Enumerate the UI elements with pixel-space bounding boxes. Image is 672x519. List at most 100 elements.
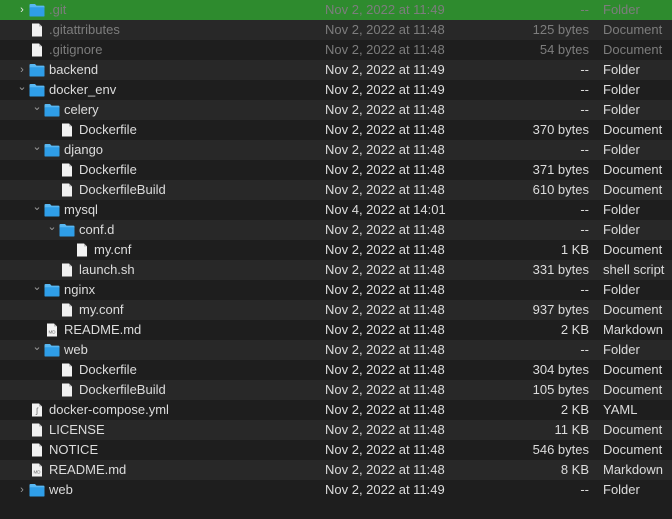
- file-row[interactable]: DockerfileBuild Nov 2, 2022 at 11:48 105 b…: [0, 380, 672, 400]
- file-size: --: [580, 102, 589, 117]
- date-modified: Nov 2, 2022 at 11:48: [325, 382, 445, 397]
- file-kind: Folder: [603, 222, 640, 237]
- file-kind: Folder: [603, 282, 640, 297]
- date-modified: Nov 2, 2022 at 11:48: [325, 182, 445, 197]
- chevron-right-icon[interactable]: ›: [16, 0, 28, 20]
- file-row[interactable]: ⌄ docker_env Nov 2, 2022 at 11:49 -- Folder: [0, 80, 672, 100]
- document-icon: [29, 23, 45, 37]
- file-name: web: [49, 482, 73, 497]
- svg-text:MD: MD: [34, 470, 42, 475]
- file-row[interactable]: ⌄ nginx Nov 2, 2022 at 11:48 -- Folder: [0, 280, 672, 300]
- file-row[interactable]: DockerfileBuild Nov 2, 2022 at 11:48 610 b…: [0, 180, 672, 200]
- document-icon: [59, 263, 75, 277]
- folder-icon: [44, 343, 60, 357]
- yaml-file-icon: ʃ: [29, 403, 45, 417]
- file-kind: Document: [603, 182, 663, 197]
- folder-icon: [29, 63, 45, 77]
- file-row[interactable]: › backend Nov 2, 2022 at 11:49 -- Folder: [0, 60, 672, 80]
- chevron-down-icon[interactable]: ⌄: [31, 100, 43, 120]
- file-row[interactable]: MD README.md Nov 2, 2022 at 11:48 2 KB Markd…: [0, 320, 672, 340]
- chevron-right-icon[interactable]: ›: [16, 480, 28, 500]
- file-row[interactable]: ⌄ django Nov 2, 2022 at 11:48 -- Folder: [0, 140, 672, 160]
- file-name: launch.sh: [79, 262, 135, 277]
- file-size: 54 bytes: [539, 42, 589, 57]
- file-name: DockerfileBuild: [79, 382, 166, 397]
- file-row[interactable]: Dockerfile Nov 2, 2022 at 11:48 370 bytes D…: [0, 120, 672, 140]
- chevron-down-icon[interactable]: ⌄: [16, 80, 28, 100]
- file-row[interactable]: NOTICE Nov 2, 2022 at 11:48 546 bytes Docum…: [0, 440, 672, 460]
- file-name: nginx: [64, 282, 96, 297]
- file-size: 8 KB: [560, 462, 589, 477]
- file-row[interactable]: ʃ docker-compose.yml Nov 2, 2022 at 11:48 2…: [0, 400, 672, 420]
- file-kind: Folder: [603, 2, 640, 17]
- file-name: docker-compose.yml: [49, 402, 169, 417]
- folder-icon: [29, 3, 45, 17]
- file-size: --: [580, 202, 589, 217]
- date-modified: Nov 2, 2022 at 11:48: [325, 422, 445, 437]
- date-modified: Nov 2, 2022 at 11:48: [325, 22, 445, 37]
- file-name: .git: [49, 2, 67, 17]
- file-name: conf.d: [79, 222, 115, 237]
- document-icon: [59, 183, 75, 197]
- date-modified: Nov 2, 2022 at 11:49: [325, 62, 445, 77]
- chevron-down-icon[interactable]: ⌄: [31, 200, 43, 220]
- date-modified: Nov 2, 2022 at 11:48: [325, 122, 445, 137]
- file-row[interactable]: Dockerfile Nov 2, 2022 at 11:48 371 bytes D…: [0, 160, 672, 180]
- file-row[interactable]: my.cnf Nov 2, 2022 at 11:48 1 KB Document: [0, 240, 672, 260]
- file-size: --: [580, 482, 589, 497]
- file-row[interactable]: .gitignore Nov 2, 2022 at 11:48 54 bytes Do…: [0, 40, 672, 60]
- file-kind: Document: [603, 22, 663, 37]
- chevron-right-icon[interactable]: ›: [16, 60, 28, 80]
- file-row[interactable]: › .git Nov 2, 2022 at 11:49 -- Folder: [0, 0, 672, 20]
- file-row[interactable]: ⌄ mysql Nov 4, 2022 at 14:01 -- Folder: [0, 200, 672, 220]
- file-size: 610 bytes: [532, 182, 589, 197]
- file-kind: Folder: [603, 62, 640, 77]
- date-modified: Nov 2, 2022 at 11:49: [325, 82, 445, 97]
- date-modified: Nov 2, 2022 at 11:48: [325, 142, 445, 157]
- file-row[interactable]: ⌄ web Nov 2, 2022 at 11:48 -- Folder: [0, 340, 672, 360]
- chevron-down-icon[interactable]: ⌄: [31, 140, 43, 160]
- file-kind: Document: [603, 382, 663, 397]
- file-name: Dockerfile: [79, 162, 137, 177]
- file-kind: Document: [603, 422, 663, 437]
- file-name: web: [64, 342, 88, 357]
- file-row[interactable]: LICENSE Nov 2, 2022 at 11:48 11 KB Document: [0, 420, 672, 440]
- file-row[interactable]: MD README.md Nov 2, 2022 at 11:48 8 KB Markd…: [0, 460, 672, 480]
- file-row[interactable]: Dockerfile Nov 2, 2022 at 11:48 304 bytes D…: [0, 360, 672, 380]
- file-row[interactable]: launch.sh Nov 2, 2022 at 11:48 331 bytes sh…: [0, 260, 672, 280]
- markdown-file-icon: MD: [44, 323, 60, 337]
- file-kind: Folder: [603, 342, 640, 357]
- document-icon: [74, 243, 90, 257]
- markdown-file-icon: MD: [29, 463, 45, 477]
- file-name: Dockerfile: [79, 122, 137, 137]
- file-kind: shell script: [603, 262, 665, 277]
- file-row[interactable]: my.conf Nov 2, 2022 at 11:48 937 bytes Docu…: [0, 300, 672, 320]
- document-icon: [59, 363, 75, 377]
- file-name: README.md: [49, 462, 127, 477]
- file-row[interactable]: .gitattributes Nov 2, 2022 at 11:48 125 by…: [0, 20, 672, 40]
- date-modified: Nov 2, 2022 at 11:48: [325, 462, 445, 477]
- chevron-down-icon[interactable]: ⌄: [31, 280, 43, 300]
- date-modified: Nov 2, 2022 at 11:48: [325, 262, 445, 277]
- chevron-down-icon[interactable]: ⌄: [46, 220, 58, 240]
- date-modified: Nov 2, 2022 at 11:48: [325, 302, 445, 317]
- file-row[interactable]: ⌄ celery Nov 2, 2022 at 11:48 -- Folder: [0, 100, 672, 120]
- chevron-down-icon[interactable]: ⌄: [31, 340, 43, 360]
- file-size: 1 KB: [560, 242, 589, 257]
- file-size: 331 bytes: [532, 262, 589, 277]
- date-modified: Nov 2, 2022 at 11:48: [325, 402, 445, 417]
- date-modified: Nov 2, 2022 at 11:48: [325, 42, 445, 57]
- file-row[interactable]: › web Nov 2, 2022 at 11:49 -- Folder: [0, 480, 672, 500]
- file-name: django: [64, 142, 104, 157]
- file-size: --: [580, 142, 589, 157]
- file-size: 105 bytes: [532, 382, 589, 397]
- file-row[interactable]: ⌄ conf.d Nov 2, 2022 at 11:48 -- Folder: [0, 220, 672, 240]
- date-modified: Nov 2, 2022 at 11:48: [325, 102, 445, 117]
- file-name: .gitignore: [49, 42, 103, 57]
- file-name: docker_env: [49, 82, 117, 97]
- file-name: mysql: [64, 202, 98, 217]
- file-name: Dockerfile: [79, 362, 137, 377]
- document-icon: [29, 443, 45, 457]
- file-kind: Document: [603, 302, 663, 317]
- file-name: DockerfileBuild: [79, 182, 166, 197]
